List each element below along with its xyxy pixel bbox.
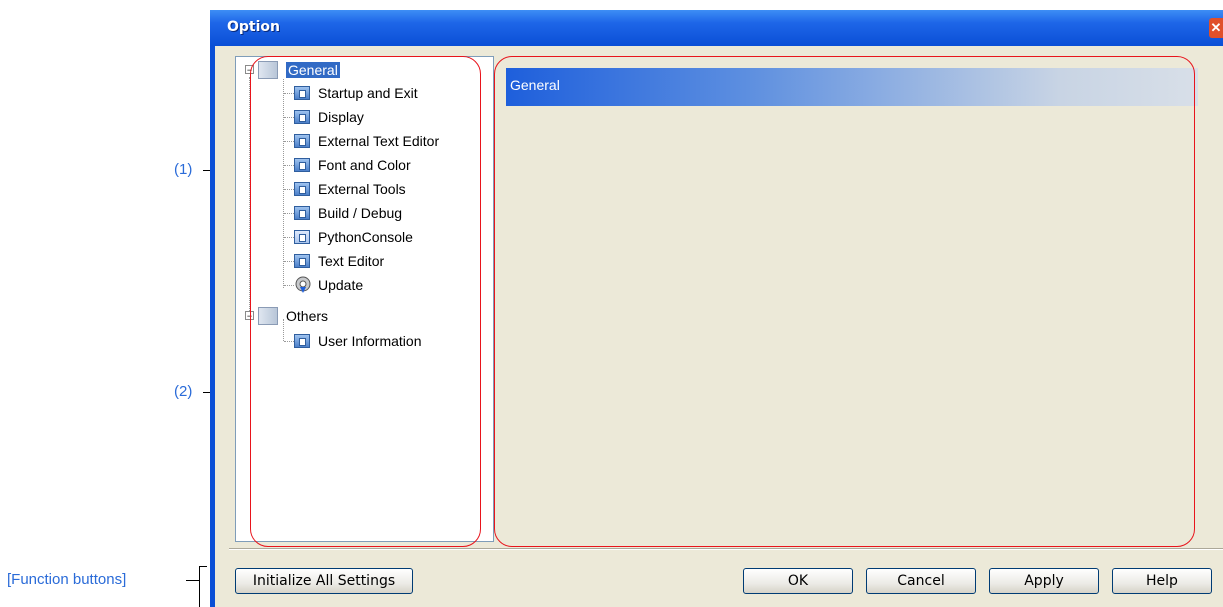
close-icon[interactable]: ✕ [1209, 18, 1223, 38]
separator [229, 548, 1223, 550]
cancel-button[interactable]: Cancel [866, 568, 976, 594]
annotation-label-2: (2) [174, 383, 193, 400]
annotation-function-buttons: [Function buttons] [7, 571, 127, 588]
help-button[interactable]: Help [1112, 568, 1212, 594]
dialog-client-area: − General Startup and Exit Display Exter… [215, 46, 1223, 607]
annotation-label-1: (1) [174, 161, 193, 178]
title-bar[interactable]: Option ✕ [210, 10, 1223, 46]
initialize-all-settings-button[interactable]: Initialize All Settings [235, 568, 413, 594]
annotation-bracket-top [199, 566, 207, 567]
ok-button[interactable]: OK [743, 568, 853, 594]
option-dialog: Option ✕ − General Startup and Exit Disp… [210, 10, 1223, 607]
highlight-box-tree [250, 56, 481, 547]
apply-button[interactable]: Apply [989, 568, 1099, 594]
annotation-bracket-horizontal [186, 580, 199, 581]
window-title: Option [227, 19, 280, 35]
highlight-box-content [494, 56, 1195, 547]
annotation-bracket-vertical [199, 566, 200, 607]
